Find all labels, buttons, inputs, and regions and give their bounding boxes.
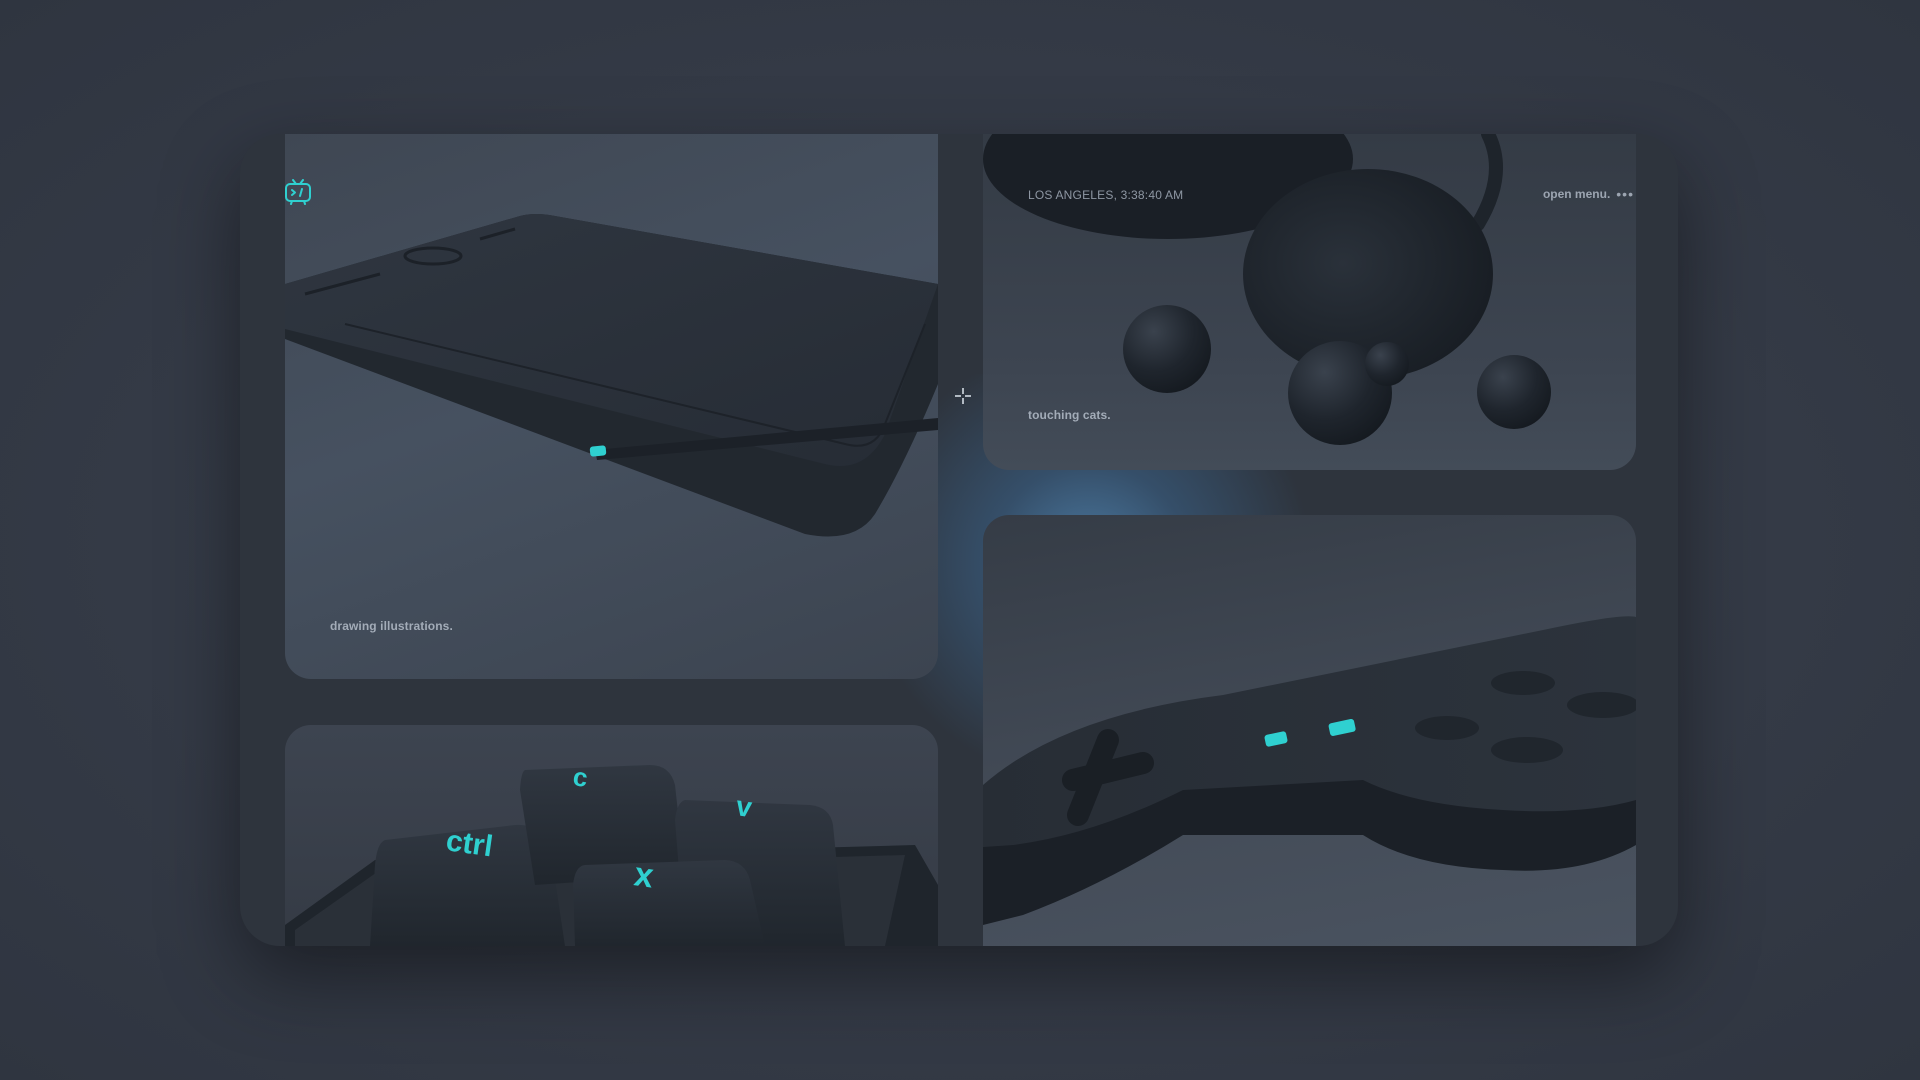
cats-panel[interactable]: LOS ANGELES, 3:38:40 AM open menu. ••• t… [983,134,1636,470]
cats-caption: touching cats. [1028,408,1111,422]
more-dots-icon: ••• [1616,186,1634,202]
gamepad-panel[interactable] [983,515,1636,946]
keycaps-illustration: ctrl c v x [285,761,938,946]
portfolio-frame: drawing illustrations. LOS ANGELES, 3:38… [240,134,1678,946]
key-ctrl-label: ctrl [444,824,495,863]
open-menu-button[interactable]: open menu. ••• [1541,185,1636,203]
gamepad-illustration [983,616,1636,925]
drawing-tablet-illustration [285,214,938,537]
tablet-caption: drawing illustrations. [330,619,453,633]
location-time: LOS ANGELES, 3:38:40 AM [1028,188,1184,202]
drawing-tablet-panel[interactable]: drawing illustrations. [285,134,938,679]
open-menu-label: open menu. [1542,187,1611,201]
tv-robot-icon[interactable] [283,179,313,205]
keyboard-keys-panel[interactable]: ctrl c v x [285,725,938,946]
crosshair-icon [954,387,972,405]
